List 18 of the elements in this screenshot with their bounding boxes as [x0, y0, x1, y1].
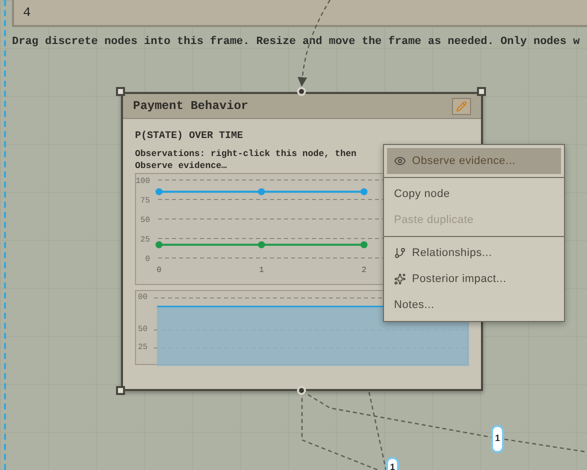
section-title: P(STATE) OVER TIME: [135, 130, 244, 144]
axis-tick-label: 0: [156, 266, 162, 275]
axis-label: 25: [138, 344, 148, 352]
axis-tick-label: 2: [362, 266, 366, 275]
axis-tick-label: 0: [145, 255, 150, 264]
count-badge: 1: [386, 457, 399, 470]
axis-tick-label: 1: [259, 266, 264, 275]
frame-hint: Drag discrete nodes into this frame. Resize and move the frame as needed. Only nodes w: [12, 34, 580, 50]
axis-tick-label: 25: [140, 236, 150, 244]
node-title: Payment Behavior: [133, 98, 248, 115]
count-badge: 1: [491, 425, 504, 453]
axis-label: 50: [138, 326, 148, 334]
instruction-text: Observe evidence…: [135, 160, 227, 172]
axis-label: 00: [138, 294, 148, 302]
instruction-text: Observations: right-click this node, then: [135, 148, 356, 160]
axis-tick-label: 75: [140, 196, 150, 206]
axis-tick-label: 50: [140, 216, 150, 225]
axis-tick-label: 100: [136, 177, 150, 186]
